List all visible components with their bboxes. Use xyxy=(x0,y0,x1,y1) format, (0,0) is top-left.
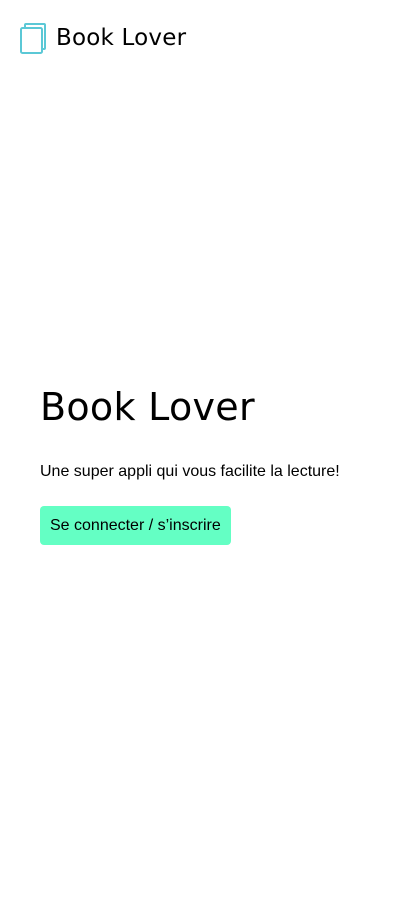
login-signup-button[interactable]: Se connecter / s’inscrire xyxy=(40,506,231,545)
hero-section: Book Lover Une super appli qui vous faci… xyxy=(40,380,380,545)
brand-name[interactable]: Book Lover xyxy=(56,22,186,54)
app-header: Book Lover xyxy=(20,22,186,54)
hero-subtitle: Une super appli qui vous facilite la lec… xyxy=(40,463,340,480)
book-icon xyxy=(20,22,46,54)
hero-title: Book Lover xyxy=(40,385,255,429)
